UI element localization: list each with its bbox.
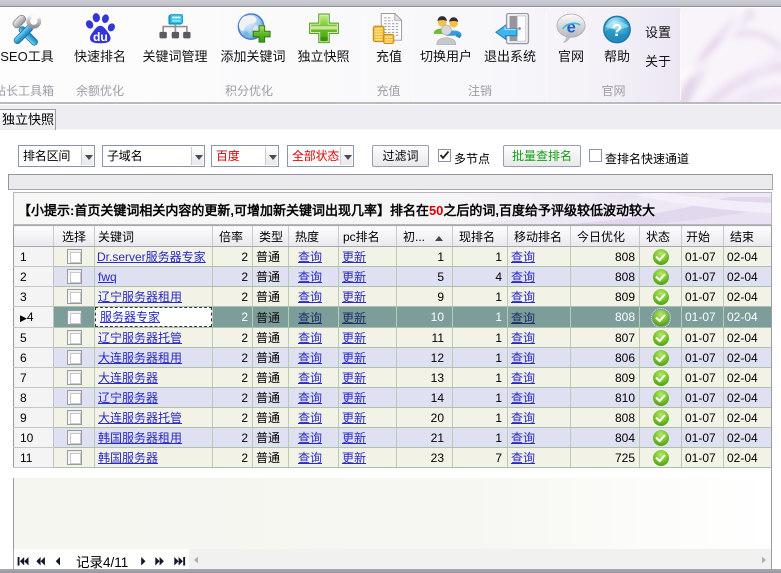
- svg-text:?: ?: [612, 20, 623, 40]
- svg-text:du: du: [93, 30, 108, 44]
- svg-text:e: e: [567, 18, 576, 36]
